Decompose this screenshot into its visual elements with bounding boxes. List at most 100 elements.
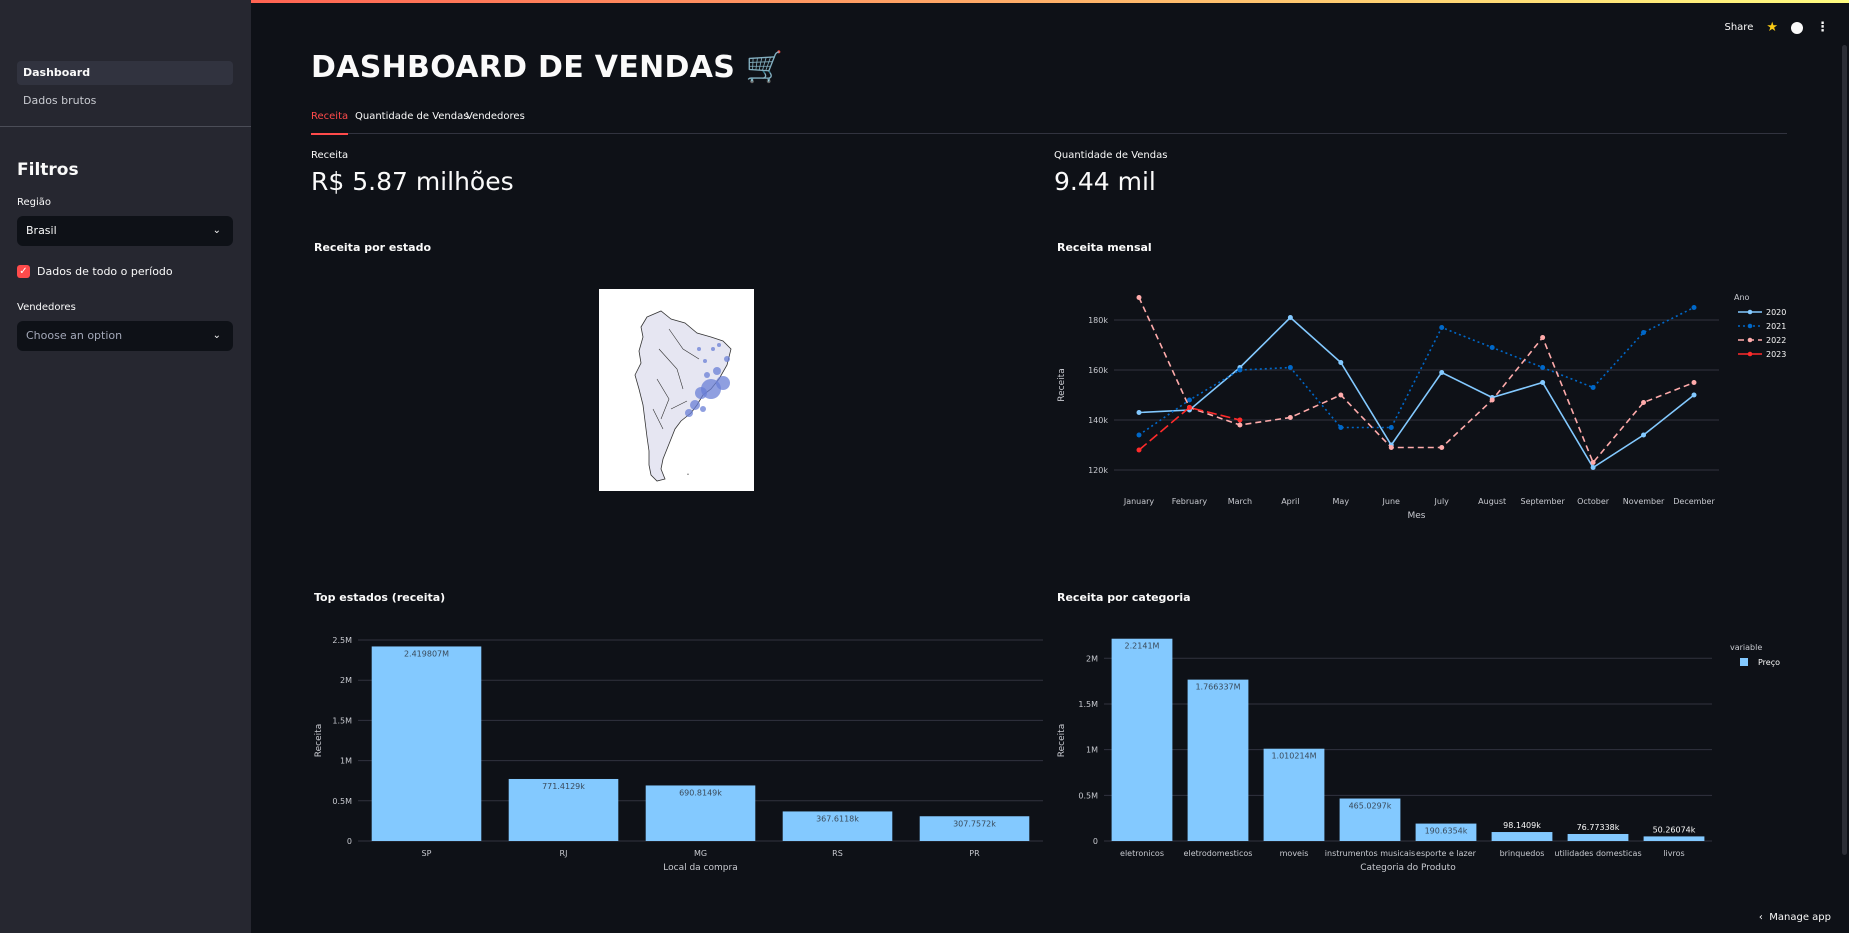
bar-data-label: 690.8149k [679, 788, 722, 797]
bar [1491, 832, 1553, 841]
series-point-2020 [1590, 465, 1596, 470]
legend-marker-2021 [1747, 323, 1753, 329]
x-tick-label: June [1382, 497, 1401, 506]
series-point-2022 [1338, 392, 1344, 398]
map-bubble [713, 367, 721, 375]
sidebar-item-dashboard[interactable]: Dashboard [17, 61, 233, 85]
map-bubble [711, 347, 715, 351]
region-select[interactable]: Brasil ⌄ [17, 216, 233, 246]
x-tick-label: eletrodomesticos [1184, 849, 1253, 858]
series-point-2021 [1590, 385, 1596, 390]
bar-data-label: 2.2141M [1125, 642, 1160, 651]
map-chart[interactable]: ₑ [599, 289, 754, 491]
x-axis-title: Mes [1408, 511, 1426, 521]
series-point-2023 [1237, 417, 1243, 423]
x-tick-label: RS [832, 849, 843, 858]
bar-data-label: 98.1409k [1503, 821, 1541, 830]
x-axis-title: Local da compra [663, 863, 737, 873]
map-island-label: ₑ [687, 471, 689, 477]
y-axis-title: Receita [1057, 368, 1067, 401]
x-tick-label: March [1228, 497, 1252, 506]
series-point-2020 [1691, 392, 1697, 398]
chart-title-receita-mensal: Receita mensal [1057, 241, 1152, 254]
x-tick-label: instrumentos musicais [1325, 849, 1415, 858]
bar-data-label: 367.6118k [816, 814, 859, 823]
sidebar-item-dados-brutos[interactable]: Dados brutos [17, 89, 233, 113]
bar-chart-receita-por-categoria[interactable]: 0 0.5M 1M 1.5M 2M 2.2141M eletronicos 1.766337M… [1054, 630, 1789, 880]
chart-title-receita-por-estado: Receita por estado [314, 241, 431, 254]
series-point-2022 [1590, 460, 1596, 465]
bar [1111, 638, 1173, 841]
y-tick-label: 1.5M [332, 716, 352, 725]
tab-bar: Receita Quantidade de Vendas Vendedores [311, 108, 1787, 135]
series-point-2021 [1540, 365, 1546, 370]
series-point-2021 [1489, 345, 1495, 350]
bar [1643, 836, 1705, 841]
x-tick-label: eletronicos [1120, 849, 1164, 858]
y-tick-label: 0 [347, 837, 352, 846]
series-point-2022 [1237, 422, 1243, 428]
star-icon[interactable]: ★ [1766, 20, 1778, 35]
y-axis-title: Receita [314, 724, 324, 757]
sellers-multiselect[interactable]: Choose an option ⌄ [17, 321, 233, 351]
x-tick-label: RJ [560, 849, 568, 858]
bar [1567, 833, 1629, 841]
x-tick-label: February [1172, 497, 1208, 506]
x-tick-label: October [1577, 497, 1610, 506]
y-tick-label: 2M [1086, 654, 1098, 663]
map-bubble [716, 376, 730, 390]
series-point-2023 [1186, 405, 1192, 410]
share-button[interactable]: Share [1724, 22, 1753, 33]
tab-vendedores[interactable]: Vendedores [466, 111, 525, 135]
sidebar: Dashboard Dados brutos Filtros Região Br… [0, 0, 251, 933]
legend-label-2022: 2022 [1766, 336, 1786, 345]
y-tick-label: 160k [1088, 366, 1108, 375]
github-icon[interactable] [1791, 21, 1803, 34]
sidebar-nav: Dashboard Dados brutos [17, 61, 233, 117]
manage-app-button[interactable]: ‹ Manage app [1759, 912, 1831, 923]
x-tick-label: livros [1663, 849, 1684, 858]
kebab-menu-icon[interactable]: ⋮ [1816, 20, 1829, 35]
manage-app-label: Manage app [1769, 912, 1831, 923]
x-tick-label: May [1333, 497, 1350, 506]
region-label: Região [17, 197, 52, 208]
chevron-down-icon: ⌄ [212, 330, 221, 341]
x-tick-label: brinquedos [1500, 849, 1545, 858]
all-period-checkbox-row[interactable]: ✓ Dados de todo o período [17, 265, 173, 278]
series-point-2022 [1287, 415, 1293, 420]
bar [371, 646, 482, 841]
y-tick-label: 1.5M [1078, 700, 1098, 709]
all-period-label: Dados de todo o período [37, 265, 173, 278]
checkbox-checked-icon[interactable]: ✓ [17, 265, 30, 278]
tab-quantidade-de-vendas[interactable]: Quantidade de Vendas [355, 111, 468, 135]
legend-title: variable [1730, 643, 1762, 652]
x-tick-label: moveis [1280, 849, 1309, 858]
chart-title-top-estados: Top estados (receita) [314, 591, 446, 604]
bar [1263, 748, 1325, 841]
bar-data-label: 1.010214M [1271, 752, 1316, 761]
x-tick-label: April [1281, 497, 1299, 506]
tab-receita[interactable]: Receita [311, 111, 349, 135]
series-point-2023 [1136, 447, 1142, 453]
metric-receita-label: Receita [311, 150, 349, 161]
x-tick-label: PR [969, 849, 980, 858]
bar-data-label: 1.766337M [1195, 683, 1240, 692]
x-tick-label: SP [422, 849, 432, 858]
bar-data-label: 50.26074k [1653, 825, 1696, 834]
scrollbar[interactable] [1842, 45, 1847, 855]
bar-data-label: 307.7572k [953, 819, 996, 828]
x-tick-label: esporte e lazer [1416, 849, 1477, 858]
bar-data-label: 465.0297k [1349, 802, 1392, 811]
series-point-2021 [1338, 425, 1344, 430]
sidebar-divider [0, 126, 251, 127]
series-point-2021 [1237, 367, 1243, 373]
x-tick-label: November [1623, 497, 1665, 506]
map-bubble [724, 356, 730, 362]
metric-vendas-value: 9.44 mil [1054, 167, 1156, 196]
page-title: DASHBOARD DE VENDAS 🛒 [311, 50, 784, 85]
metric-receita-value: R$ 5.87 milhões [311, 167, 514, 196]
line-chart-receita-mensal[interactable]: 120k 140k 160k 180k January February March Apri… [1054, 280, 1789, 530]
series-point-2022 [1136, 295, 1142, 300]
chevron-down-icon: ⌄ [212, 225, 221, 236]
bar-chart-top-estados[interactable]: 0 0.5M 1M 1.5M 2M 2.5M 2.419807M SP 771.4129k RJ 6… [311, 630, 1046, 880]
